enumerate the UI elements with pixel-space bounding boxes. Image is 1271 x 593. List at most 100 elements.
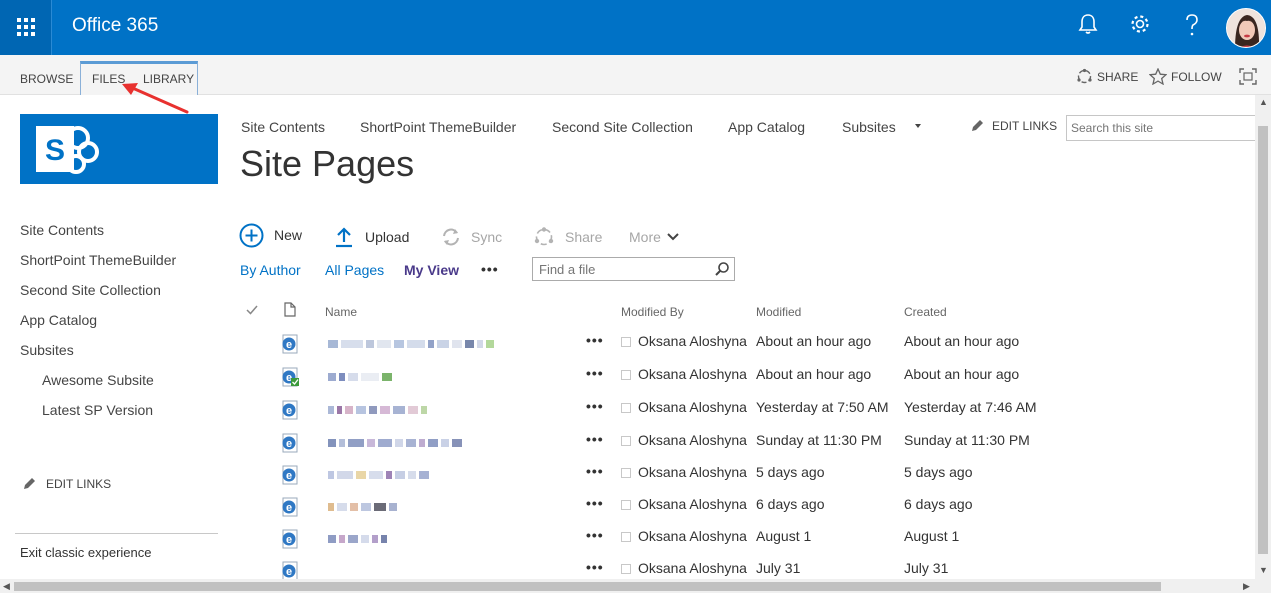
column-header-created[interactable]: Created xyxy=(904,305,947,319)
file-name-redacted[interactable] xyxy=(328,373,392,381)
file-name-redacted[interactable] xyxy=(328,340,494,348)
view-by-author[interactable]: By Author xyxy=(240,262,301,278)
svg-text:e: e xyxy=(286,534,292,546)
exit-classic-link[interactable]: Exit classic experience xyxy=(20,545,152,560)
created-cell: About an hour ago xyxy=(904,366,1020,382)
left-nav-awesome-subsite[interactable]: Awesome Subsite xyxy=(42,372,154,388)
aspx-page-icon: e xyxy=(280,497,300,517)
row-more-button[interactable]: ••• xyxy=(586,495,604,511)
modified-by-cell[interactable]: Oksana Aloshyna xyxy=(638,464,747,480)
focus-content-button[interactable] xyxy=(1239,68,1261,85)
top-nav-subsites[interactable]: Subsites xyxy=(842,119,896,135)
row-checkbox[interactable] xyxy=(621,370,631,380)
new-button[interactable]: New xyxy=(239,220,302,250)
modified-by-cell[interactable]: Oksana Aloshyna xyxy=(638,528,747,544)
file-name-redacted[interactable] xyxy=(328,503,397,511)
column-header-modified[interactable]: Modified xyxy=(756,305,801,319)
modified-cell: 5 days ago xyxy=(756,464,825,480)
top-nav-second-site-collection[interactable]: Second Site Collection xyxy=(552,119,693,135)
upload-icon xyxy=(336,227,352,248)
more-button[interactable]: More xyxy=(629,222,689,252)
row-checkbox[interactable] xyxy=(621,532,631,542)
share-command-label: Share xyxy=(565,229,603,245)
chevron-down-icon[interactable] xyxy=(915,124,921,128)
row-checkbox[interactable] xyxy=(621,500,631,510)
left-nav-latest-sp-version[interactable]: Latest SP Version xyxy=(42,402,153,418)
top-nav-shortpoint-themebuilder[interactable]: ShortPoint ThemeBuilder xyxy=(360,119,516,135)
view-all-pages[interactable]: All Pages xyxy=(325,262,384,278)
avatar[interactable] xyxy=(1226,8,1266,48)
share-command-button[interactable]: Share xyxy=(533,222,602,252)
row-more-button[interactable]: ••• xyxy=(586,463,604,479)
row-checkbox[interactable] xyxy=(621,337,631,347)
modified-by-cell[interactable]: Oksana Aloshyna xyxy=(638,333,747,349)
upload-button[interactable]: Upload xyxy=(333,222,409,252)
file-name-redacted[interactable] xyxy=(328,439,462,447)
modified-by-cell[interactable]: Oksana Aloshyna xyxy=(638,366,747,382)
row-checkbox[interactable] xyxy=(621,436,631,446)
left-nav-shortpoint-themebuilder[interactable]: ShortPoint ThemeBuilder xyxy=(20,252,176,268)
top-edit-links[interactable]: EDIT LINKS xyxy=(970,119,1057,133)
share-label: SHARE xyxy=(1097,69,1139,84)
left-nav-subsites[interactable]: Subsites xyxy=(20,342,74,358)
top-nav-site-contents[interactable]: Site Contents xyxy=(241,119,325,135)
column-header-modified-by[interactable]: Modified By xyxy=(621,305,684,319)
row-more-button[interactable]: ••• xyxy=(586,527,604,543)
gear-icon[interactable] xyxy=(1125,13,1155,43)
modified-by-cell[interactable]: Oksana Aloshyna xyxy=(638,560,747,576)
vertical-scrollbar-thumb[interactable] xyxy=(1258,126,1268,554)
help-icon[interactable] xyxy=(1177,13,1207,43)
row-more-button[interactable]: ••• xyxy=(586,332,604,348)
follow-label: FOLLOW xyxy=(1171,69,1222,84)
search-icon[interactable] xyxy=(714,261,730,277)
modified-by-cell[interactable]: Oksana Aloshyna xyxy=(638,432,747,448)
modified-cell: About an hour ago xyxy=(756,366,872,382)
horizontal-scrollbar-thumb[interactable] xyxy=(14,582,1161,591)
svg-text:e: e xyxy=(286,502,292,514)
file-name-redacted[interactable] xyxy=(328,471,429,479)
row-more-button[interactable]: ••• xyxy=(586,398,604,414)
modified-by-cell[interactable]: Oksana Aloshyna xyxy=(638,496,747,512)
column-header-name[interactable]: Name xyxy=(325,305,357,319)
scroll-left-arrow-icon[interactable]: ◀ xyxy=(3,581,10,592)
scroll-right-arrow-icon[interactable]: ▶ xyxy=(1243,581,1250,592)
left-nav-second-site-collection[interactable]: Second Site Collection xyxy=(20,282,161,298)
share-icon xyxy=(534,227,554,246)
scroll-down-arrow-icon[interactable]: ▼ xyxy=(1259,565,1268,575)
app-launcher-icon xyxy=(17,18,35,36)
top-edit-links-label: EDIT LINKS xyxy=(992,119,1058,133)
file-name-redacted[interactable] xyxy=(328,406,427,414)
view-my-view[interactable]: My View xyxy=(404,262,459,278)
top-nav-app-catalog[interactable]: App Catalog xyxy=(728,119,805,135)
site-search-input[interactable] xyxy=(1066,115,1256,141)
row-more-button[interactable]: ••• xyxy=(586,559,604,575)
brand-title[interactable]: Office 365 xyxy=(72,15,158,37)
aspx-page-icon: e xyxy=(280,400,300,420)
row-checkbox[interactable] xyxy=(621,468,631,478)
left-edit-links-label: EDIT LINKS xyxy=(46,477,112,491)
aspx-page-icon: e xyxy=(280,334,300,354)
select-all-checkmark-icon[interactable] xyxy=(246,304,258,316)
svg-text:e: e xyxy=(286,339,292,351)
modified-by-cell[interactable]: Oksana Aloshyna xyxy=(638,399,747,415)
row-checkbox[interactable] xyxy=(621,564,631,574)
left-nav-divider xyxy=(15,533,218,534)
sharepoint-logo[interactable]: S xyxy=(20,114,218,184)
share-button[interactable]: SHARE xyxy=(1076,68,1138,85)
row-more-button[interactable]: ••• xyxy=(586,365,604,381)
app-launcher-button[interactable] xyxy=(0,0,52,55)
left-nav-site-contents[interactable]: Site Contents xyxy=(20,222,104,238)
scroll-up-arrow-icon[interactable]: ▲ xyxy=(1259,97,1268,107)
follow-button[interactable]: FOLLOW xyxy=(1149,68,1222,85)
row-more-button[interactable]: ••• xyxy=(586,431,604,447)
more-views-button[interactable]: ••• xyxy=(481,261,499,277)
file-name-redacted[interactable] xyxy=(328,535,387,543)
created-cell: About an hour ago xyxy=(904,333,1020,349)
find-file-input[interactable] xyxy=(532,257,735,281)
tab-browse[interactable]: BROWSE xyxy=(20,72,73,86)
sync-button[interactable]: Sync xyxy=(441,222,502,252)
left-nav-app-catalog[interactable]: App Catalog xyxy=(20,312,97,328)
bell-icon[interactable] xyxy=(1073,13,1103,43)
row-checkbox[interactable] xyxy=(621,403,631,413)
left-edit-links[interactable]: EDIT LINKS xyxy=(22,477,111,491)
